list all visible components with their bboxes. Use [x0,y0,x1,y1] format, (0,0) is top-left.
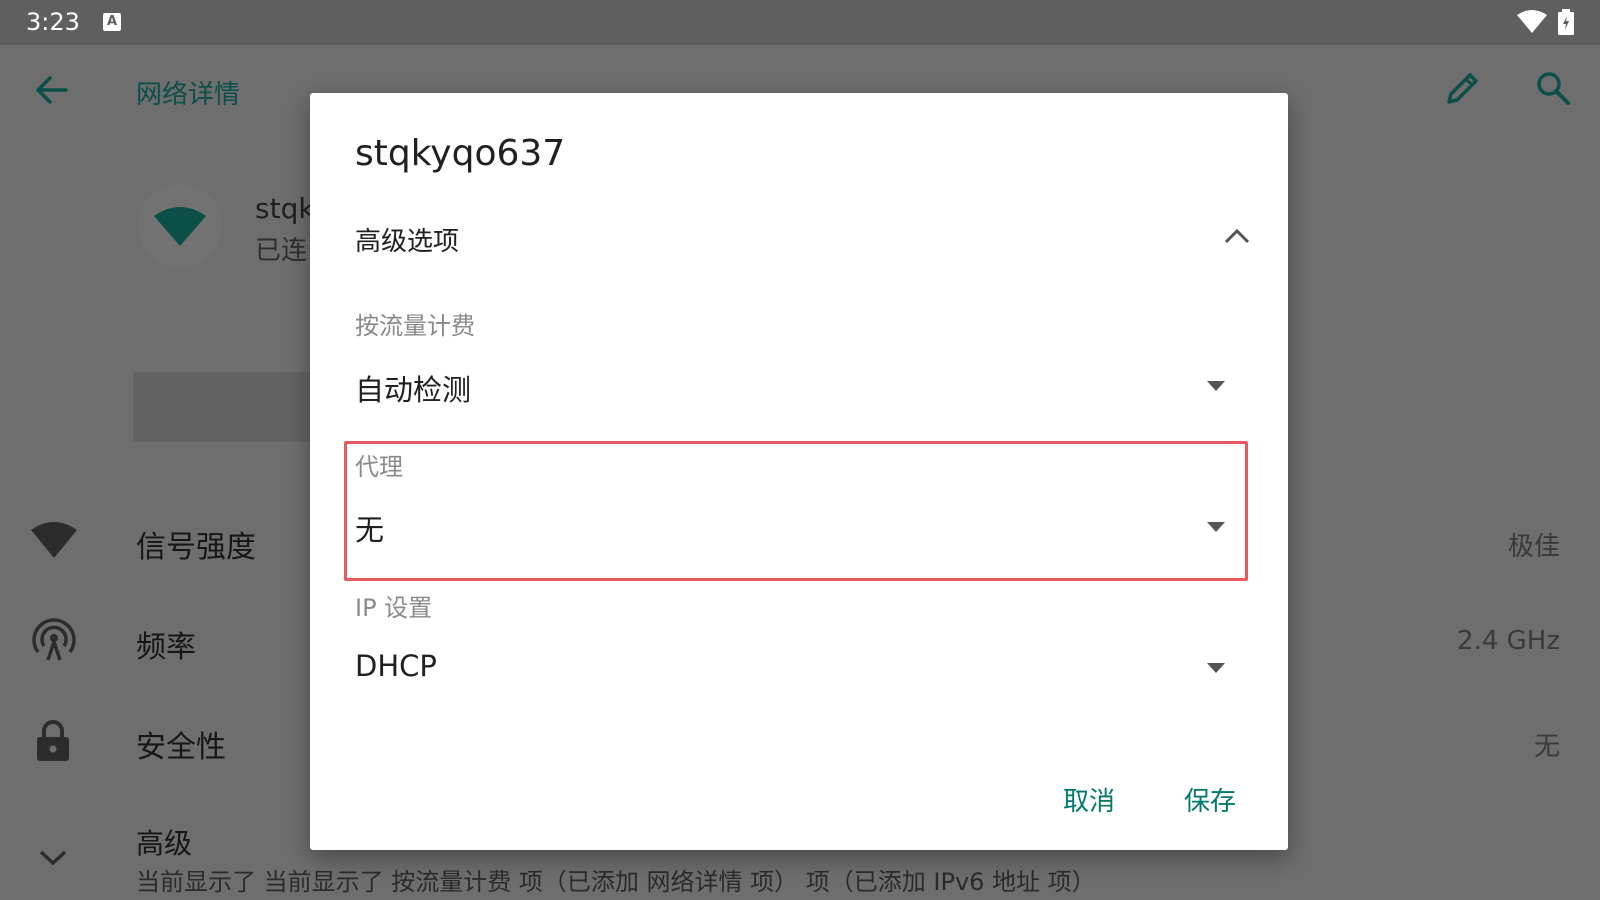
chevron-up-icon[interactable] [1224,227,1250,245]
security-label: 安全性 [136,730,226,765]
save-button[interactable]: 保存 [1184,781,1236,818]
dialog-title: stqkyqo637 [355,133,566,174]
network-dialog: stqkyqo637 高级选项 按流量计费 自动检测 代理 无 IP 设置 DH… [310,93,1288,850]
ip-settings-dropdown-icon[interactable] [1206,662,1226,674]
edit-icon[interactable] [1445,70,1481,106]
proxy-highlight-box [344,441,1248,581]
frequency-value: 2.4 GHz [1457,626,1560,656]
status-bar: 3:23 A [0,0,1600,45]
proxy-label: 代理 [355,453,403,481]
back-arrow-icon[interactable] [34,72,70,108]
signal-strength-label: 信号强度 [136,530,256,565]
metered-label: 按流量计费 [355,312,475,340]
network-avatar [138,184,222,268]
wifi-status-icon [1517,10,1547,33]
wifi-signal-icon [31,522,77,558]
page-title: 网络详情 [136,80,241,110]
status-time: 3:23 [26,8,80,36]
network-name: stqk [255,192,315,225]
chevron-down-icon[interactable] [38,848,68,868]
cancel-button[interactable]: 取消 [1063,781,1115,818]
wifi-network-icon [154,207,206,246]
frequency-label: 频率 [136,630,196,665]
battery-icon [1558,9,1574,35]
security-value: 无 [1533,732,1560,762]
search-icon[interactable] [1535,70,1571,106]
notification-a-icon: A [103,13,121,31]
advanced-label[interactable]: 高级 [136,822,192,862]
network-status: 已连 [255,236,308,266]
proxy-dropdown-icon[interactable] [1206,521,1226,533]
ip-settings-label: IP 设置 [355,594,433,622]
ip-settings-select[interactable]: DHCP [355,649,437,683]
advanced-options-header[interactable]: 高级选项 [355,221,459,258]
lock-icon [37,720,69,761]
antenna-icon [32,618,76,661]
metered-dropdown-icon[interactable] [1206,380,1226,392]
signal-strength-value: 极佳 [1507,532,1560,562]
advanced-summary: 当前显示了 当前显示了 按流量计费 项（已添加 网络详情 项） 项（已添加 IP… [136,868,1096,896]
proxy-select[interactable]: 无 [355,507,384,549]
metered-select[interactable]: 自动检测 [355,367,471,409]
